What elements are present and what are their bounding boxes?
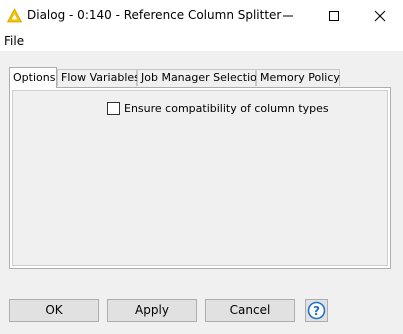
options-panel-content: Ensure compatibility of column types: [12, 90, 388, 266]
minimize-icon: [283, 15, 293, 17]
ensure-compatibility-label[interactable]: Ensure compatibility of column types: [124, 102, 329, 115]
knime-warning-triangle-icon: [6, 8, 23, 23]
close-button[interactable]: [357, 0, 403, 31]
help-button[interactable]: ?: [305, 299, 328, 322]
window-title: Dialog - 0:140 - Reference Column Splitt…: [27, 8, 282, 22]
title-bar[interactable]: Dialog - 0:140 - Reference Column Splitt…: [0, 0, 403, 31]
svg-text:?: ?: [313, 304, 320, 318]
tab-options[interactable]: Options: [9, 67, 57, 88]
maximize-icon: [329, 11, 339, 21]
tab-flow-variables[interactable]: Flow Variables: [57, 69, 140, 86]
help-question-icon: ?: [307, 301, 326, 320]
minimize-button[interactable]: [265, 0, 311, 31]
apply-button[interactable]: Apply: [107, 299, 197, 322]
menu-bar: File: [0, 31, 403, 51]
options-panel: Ensure compatibility of column types: [9, 87, 391, 269]
menu-file[interactable]: File: [4, 34, 24, 48]
cancel-button[interactable]: Cancel: [205, 299, 295, 322]
ensure-compatibility-checkbox[interactable]: [107, 102, 120, 115]
tab-memory-policy[interactable]: Memory Policy: [256, 69, 340, 86]
ok-button[interactable]: OK: [9, 299, 99, 322]
tab-job-manager-selection[interactable]: Job Manager Selection: [137, 69, 264, 86]
close-icon: [374, 10, 386, 22]
dialog-window: Dialog - 0:140 - Reference Column Splitt…: [0, 0, 403, 334]
maximize-button[interactable]: [311, 0, 357, 31]
